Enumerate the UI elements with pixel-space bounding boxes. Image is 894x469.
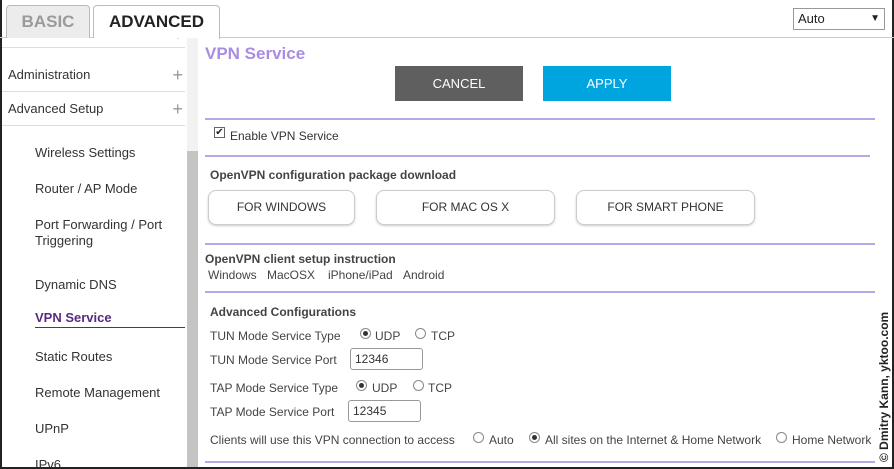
expand-plus-icon: + <box>172 65 183 85</box>
main-content: VPN Service CANCEL APPLY ✔ Enable VPN Se… <box>198 38 878 467</box>
access-auto-radio[interactable] <box>473 432 484 443</box>
watermark-text: © Dmitry Kann, yktoo.com <box>877 311 891 462</box>
sidebar-section-administration[interactable]: Administration + <box>2 58 185 92</box>
instruction-link-macosx[interactable]: MacOSX <box>267 268 315 282</box>
sidebar-item-router-ap-mode[interactable]: Router / AP Mode <box>35 181 185 197</box>
access-all-sites-label: All sites on the Internet & Home Network <box>545 433 762 447</box>
tun-type-label: TUN Mode Service Type <box>210 329 341 343</box>
language-select[interactable]: Auto ▼ <box>793 8 885 30</box>
tun-udp-radio[interactable] <box>360 328 371 339</box>
sidebar-section-label: Administration <box>8 67 91 82</box>
download-smartphone-button[interactable]: FOR SMART PHONE <box>576 190 755 225</box>
access-home-network-radio[interactable] <box>776 432 787 443</box>
chevron-down-icon: ▼ <box>870 13 880 24</box>
download-macos-button[interactable]: FOR MAC OS X <box>376 190 555 225</box>
page-title: VPN Service <box>205 44 306 63</box>
sidebar-section-advanced-setup[interactable]: Advanced Setup + <box>2 92 185 126</box>
download-windows-button[interactable]: FOR WINDOWS <box>208 190 355 225</box>
cancel-button[interactable]: CANCEL <box>395 66 523 101</box>
language-selected-value: Auto <box>798 11 825 26</box>
sidebar: + Administration + Advanced Setup + Wire… <box>2 38 198 467</box>
divider <box>205 291 875 293</box>
sidebar-item-static-routes[interactable]: Static Routes <box>35 349 185 365</box>
tun-tcp-label: TCP <box>431 329 455 343</box>
tun-port-label: TUN Mode Service Port <box>210 353 337 367</box>
sidebar-item-cut-off[interactable]: + <box>2 38 185 48</box>
access-label: Clients will use this VPN connection to … <box>210 433 455 447</box>
sidebar-item-dynamic-dns[interactable]: Dynamic DNS <box>35 277 185 293</box>
enable-vpn-label: Enable VPN Service <box>230 129 339 143</box>
sidebar-item-ipv6[interactable]: IPv6 <box>35 457 185 467</box>
tun-udp-label: UDP <box>375 329 401 343</box>
tab-basic[interactable]: BASIC <box>6 5 90 39</box>
tap-tcp-label: TCP <box>428 381 452 395</box>
instructions-section-title: OpenVPN client setup instruction <box>205 252 396 266</box>
divider <box>205 155 870 157</box>
download-section-title: OpenVPN configuration package download <box>210 168 457 182</box>
advanced-section-title: Advanced Configurations <box>210 305 357 319</box>
sidebar-item-vpn-service[interactable]: VPN Service <box>35 310 185 328</box>
tun-tcp-radio[interactable] <box>415 328 426 339</box>
access-home-network-label: Home Network <box>792 433 872 447</box>
divider <box>205 461 875 463</box>
divider <box>205 118 875 120</box>
tun-port-input[interactable]: 12346 <box>350 348 423 370</box>
tap-udp-label: UDP <box>372 381 398 395</box>
tap-port-input[interactable]: 12345 <box>348 400 421 422</box>
tap-tcp-radio[interactable] <box>413 380 424 391</box>
tab-advanced[interactable]: ADVANCED <box>93 5 220 39</box>
instruction-link-android[interactable]: Android <box>403 268 444 282</box>
access-auto-label: Auto <box>489 433 514 447</box>
sidebar-item-remote-management[interactable]: Remote Management <box>35 385 185 401</box>
expand-plus-icon: + <box>172 38 183 44</box>
top-tab-bar: BASIC ADVANCED Auto ▼ <box>0 0 894 39</box>
tap-udp-radio[interactable] <box>356 380 367 391</box>
instruction-link-windows[interactable]: Windows <box>208 268 257 282</box>
expand-plus-icon: + <box>172 99 183 119</box>
tap-type-label: TAP Mode Service Type <box>210 381 339 395</box>
copyright-watermark: © Dmitry Kann, yktoo.com <box>873 312 894 462</box>
sidebar-item-wireless-settings[interactable]: Wireless Settings <box>35 145 185 161</box>
access-all-sites-radio[interactable] <box>529 432 540 443</box>
divider <box>205 243 875 245</box>
apply-button[interactable]: APPLY <box>543 66 671 101</box>
sidebar-scrollbar-thumb[interactable] <box>187 151 198 467</box>
sidebar-item-port-forwarding[interactable]: Port Forwarding / Port Triggering <box>35 217 185 249</box>
sidebar-section-label: Advanced Setup <box>8 101 104 116</box>
sidebar-item-upnp[interactable]: UPnP <box>35 421 185 437</box>
enable-vpn-checkbox[interactable]: ✔ <box>214 127 225 138</box>
instruction-link-iphone-ipad[interactable]: iPhone/iPad <box>328 268 393 282</box>
tap-port-label: TAP Mode Service Port <box>210 405 335 419</box>
